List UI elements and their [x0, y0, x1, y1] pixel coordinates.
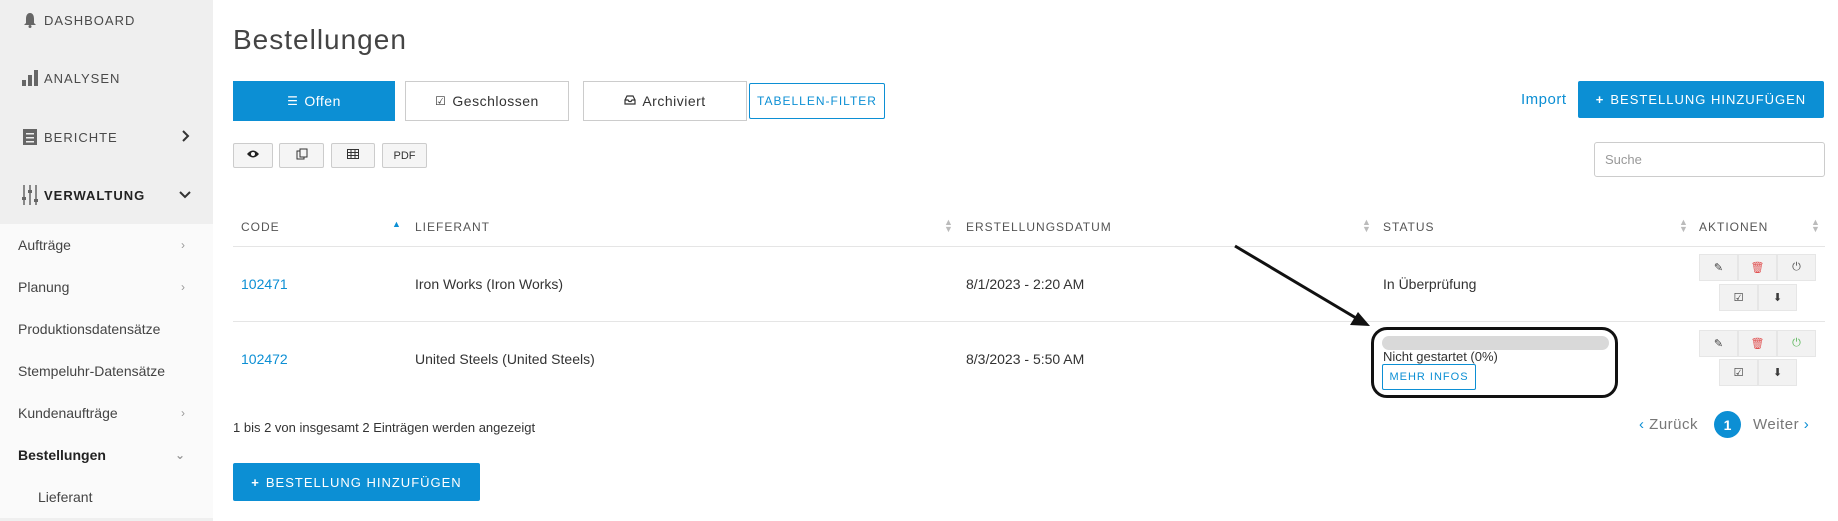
add-order-label: BESTELLUNG HINZUFÜGEN — [265, 474, 462, 490]
pagination-next-label: Weiter — [1753, 416, 1800, 433]
pagination-prev-label: Zurück — [1649, 416, 1699, 433]
add-order-button-bottom[interactable]: + BESTELLUNG HINZUFÜGEN — [233, 463, 480, 501]
annotation-arrow — [1234, 244, 1370, 326]
pagination-prev[interactable]: ‹ Zurück — [1639, 416, 1698, 433]
pagination-page[interactable]: 1 — [1714, 411, 1741, 438]
chevron-left-icon: ‹ — [1639, 416, 1645, 433]
table-info: 1 bis 2 von insgesamt 2 Einträgen werden… — [233, 420, 536, 435]
pagination-next[interactable]: Weiter › — [1753, 416, 1809, 433]
plus-icon: + — [251, 474, 260, 490]
chevron-right-icon: › — [1803, 416, 1810, 433]
